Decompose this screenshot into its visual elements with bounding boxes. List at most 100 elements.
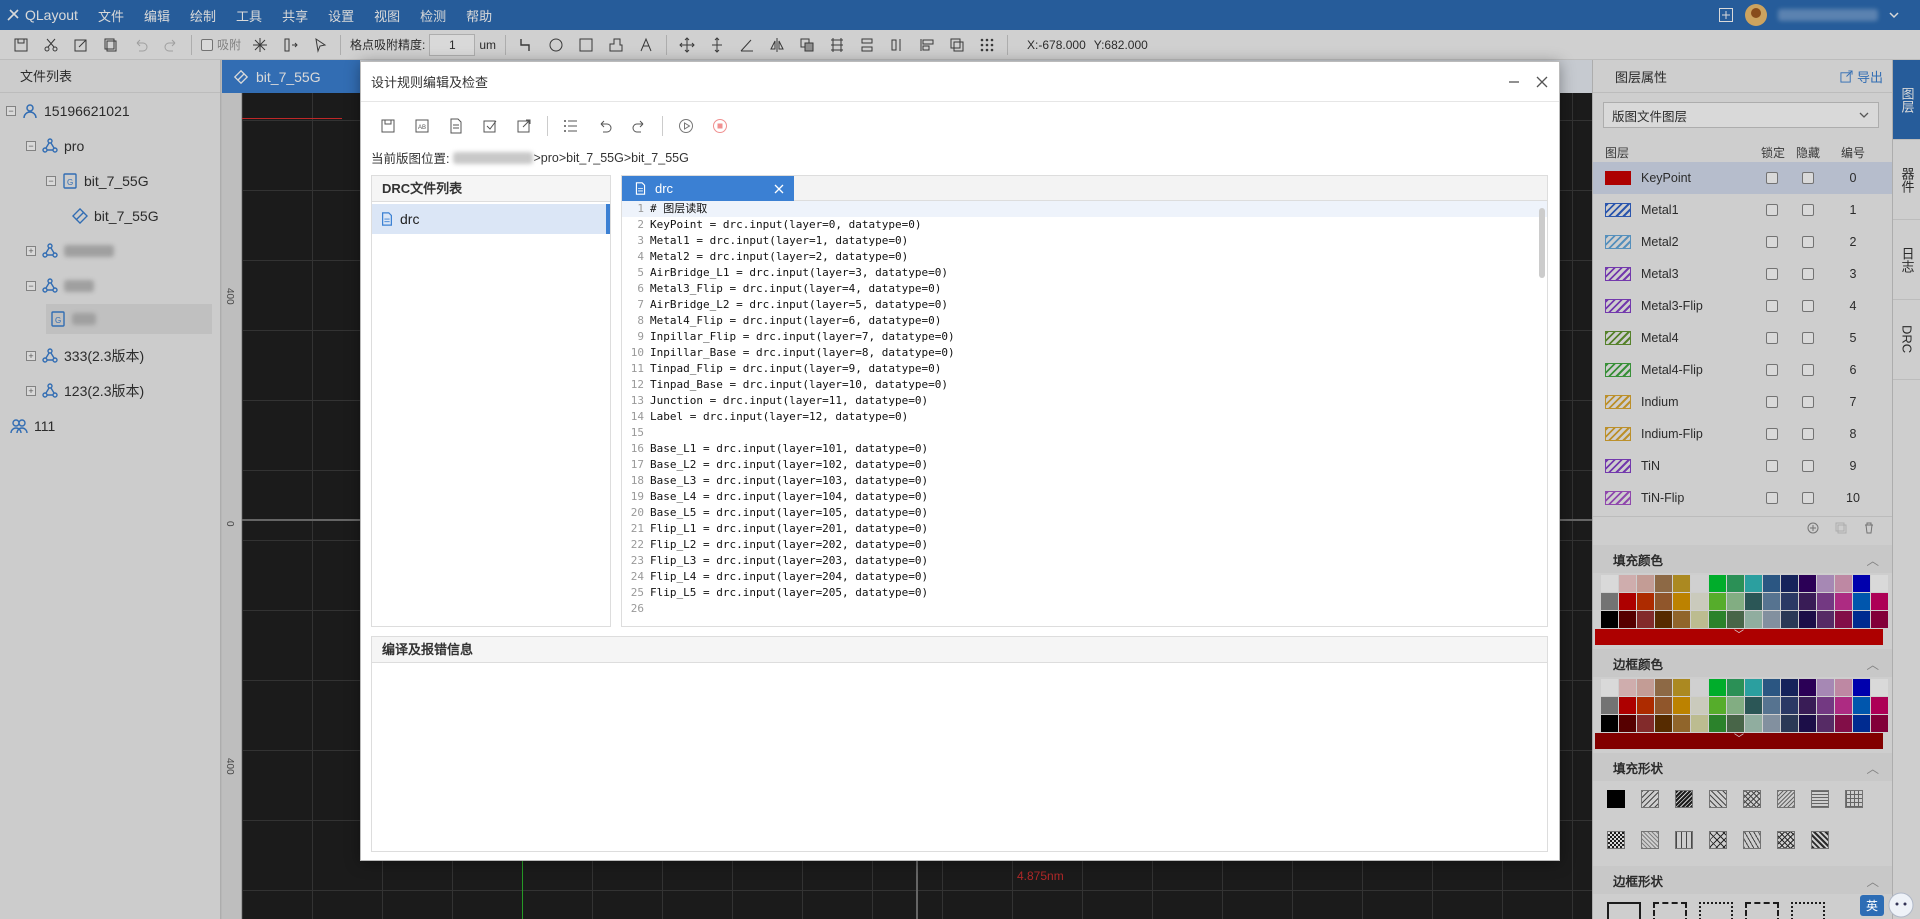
layout-location: 当前版图位置: >pro>bit_7_55G>bit_7_55G: [371, 148, 689, 167]
code-editor: drc 1 # 图层读取 2 KeyPoint = drc.input(layer=0…: [621, 175, 1548, 627]
code-line[interactable]: 18 Base_L3 = drc.input(layer=103, datatyp…: [622, 473, 1547, 489]
code-text: AirBridge_L2 = drc.input(layer=5, dataty…: [650, 298, 949, 311]
file-icon: [380, 212, 394, 226]
export-file-icon[interactable]: [509, 114, 539, 138]
code-line[interactable]: 9 Inpillar_Flip = drc.input(layer=7, data…: [622, 329, 1547, 345]
code-line[interactable]: 1 # 图层读取: [622, 201, 1547, 217]
dialog-title: 设计规则编辑及检查: [371, 75, 489, 90]
code-text: Inpillar_Flip = drc.input(layer=7, datat…: [650, 330, 955, 343]
close-tab-icon[interactable]: [774, 184, 784, 194]
line-number: 12: [630, 378, 644, 391]
code-line[interactable]: 7 AirBridge_L2 = drc.input(layer=5, datat…: [622, 297, 1547, 313]
line-number: 25: [630, 586, 644, 599]
code-text: Base_L5 = drc.input(layer=105, datatype=…: [650, 506, 929, 519]
line-number: 15: [630, 426, 644, 439]
line-number: 1: [637, 202, 644, 215]
code-line[interactable]: 19 Base_L4 = drc.input(layer=104, datatyp…: [622, 489, 1547, 505]
code-line[interactable]: 3 Metal1 = drc.input(layer=1, datatype=0): [622, 233, 1547, 249]
line-number: 5: [637, 266, 644, 279]
new-file-icon[interactable]: [441, 114, 471, 138]
code-line[interactable]: 21 Flip_L1 = drc.input(layer=201, datatyp…: [622, 521, 1547, 537]
editor-tab-label: drc: [655, 181, 674, 196]
line-number: 8: [637, 314, 644, 327]
compile-message-panel: 编译及报错信息: [371, 636, 1548, 852]
code-text: Flip_L2 = drc.input(layer=202, datatype=…: [650, 538, 929, 551]
code-line[interactable]: 5 AirBridge_L1 = drc.input(layer=3, datat…: [622, 265, 1547, 281]
drc-dialog: 设计规则编辑及检查 AB 当前版图位置: >pro>bit_7_55G>bit_…: [360, 61, 1560, 861]
close-icon[interactable]: [1535, 75, 1549, 89]
list-icon[interactable]: [556, 114, 586, 138]
editor-tab-bar: drc: [622, 176, 1547, 201]
editor-tab[interactable]: drc: [622, 176, 794, 201]
minimize-icon[interactable]: [1507, 75, 1521, 89]
code-line[interactable]: 22 Flip_L2 = drc.input(layer=202, datatyp…: [622, 537, 1547, 553]
code-text: KeyPoint = drc.input(layer=0, datatype=0…: [650, 218, 922, 231]
code-line[interactable]: 12 Tinpad_Base = drc.input(layer=10, data…: [622, 377, 1547, 393]
drc-file-item[interactable]: drc: [372, 204, 610, 234]
code-line[interactable]: 4 Metal2 = drc.input(layer=2, datatype=0): [622, 249, 1547, 265]
code-line[interactable]: 20 Base_L5 = drc.input(layer=105, datatyp…: [622, 505, 1547, 521]
location-label: 当前版图位置:: [371, 152, 450, 166]
code-text: AirBridge_L1 = drc.input(layer=3, dataty…: [650, 266, 949, 279]
location-path: >pro>bit_7_55G>bit_7_55G: [533, 150, 689, 165]
code-text: Metal4_Flip = drc.input(layer=6, datatyp…: [650, 314, 942, 327]
code-text: Flip_L1 = drc.input(layer=201, datatype=…: [650, 522, 929, 535]
compile-message-title: 编译及报错信息: [372, 637, 1547, 663]
code-line[interactable]: 11 Tinpad_Flip = drc.input(layer=9, datat…: [622, 361, 1547, 377]
import-icon[interactable]: [475, 114, 505, 138]
code-text: Flip_L4 = drc.input(layer=204, datatype=…: [650, 570, 929, 583]
code-line[interactable]: 8 Metal4_Flip = drc.input(layer=6, dataty…: [622, 313, 1547, 329]
file-icon: [634, 182, 647, 195]
dialog-title-bar: 设计规则编辑及检查: [361, 62, 1559, 102]
stop-icon[interactable]: [705, 114, 735, 138]
code-line[interactable]: 6 Metal3_Flip = drc.input(layer=4, dataty…: [622, 281, 1547, 297]
line-number: 22: [630, 538, 644, 551]
save-file-icon[interactable]: [373, 114, 403, 138]
editor-scrollbar[interactable]: [1539, 208, 1545, 278]
ime-indicator[interactable]: 英: [1838, 892, 1914, 918]
code-line[interactable]: 14 Label = drc.input(layer=12, datatype=0…: [622, 409, 1547, 425]
dialog-toolbar-divider: [547, 116, 548, 136]
svg-text:AB: AB: [418, 125, 426, 131]
line-number: 26: [630, 602, 644, 615]
redo-icon[interactable]: [624, 114, 654, 138]
code-text: Base_L2 = drc.input(layer=102, datatype=…: [650, 458, 929, 471]
code-area[interactable]: 1 # 图层读取 2 KeyPoint = drc.input(layer=0, da…: [622, 201, 1547, 626]
code-text: Tinpad_Base = drc.input(layer=10, dataty…: [650, 378, 949, 391]
code-line[interactable]: 26: [622, 601, 1547, 617]
mascot-icon: [1888, 892, 1914, 918]
save-as-icon[interactable]: AB: [407, 114, 437, 138]
line-number: 16: [630, 442, 644, 455]
code-line[interactable]: 13 Junction = drc.input(layer=11, datatyp…: [622, 393, 1547, 409]
code-line[interactable]: 15: [622, 425, 1547, 441]
code-line[interactable]: 23 Flip_L3 = drc.input(layer=203, datatyp…: [622, 553, 1547, 569]
code-line[interactable]: 16 Base_L1 = drc.input(layer=101, datatyp…: [622, 441, 1547, 457]
line-number: 9: [637, 330, 644, 343]
code-text: Tinpad_Flip = drc.input(layer=9, datatyp…: [650, 362, 942, 375]
code-line[interactable]: 10 Inpillar_Base = drc.input(layer=8, dat…: [622, 345, 1547, 361]
drc-file-list: DRC文件列表 drc: [371, 175, 611, 627]
code-text: Base_L4 = drc.input(layer=104, datatype=…: [650, 490, 929, 503]
line-number: 14: [630, 410, 644, 423]
line-number: 7: [637, 298, 644, 311]
undo-icon[interactable]: [590, 114, 620, 138]
code-line[interactable]: 24 Flip_L4 = drc.input(layer=204, datatyp…: [622, 569, 1547, 585]
line-number: 19: [630, 490, 644, 503]
code-line[interactable]: 25 Flip_L5 = drc.input(layer=205, datatyp…: [622, 585, 1547, 601]
line-number: 20: [630, 506, 644, 519]
code-text: Metal1 = drc.input(layer=1, datatype=0): [650, 234, 909, 247]
code-text: Base_L3 = drc.input(layer=103, datatype=…: [650, 474, 929, 487]
ime-label: 英: [1859, 894, 1884, 916]
code-line[interactable]: 17 Base_L2 = drc.input(layer=102, datatyp…: [622, 457, 1547, 473]
run-icon[interactable]: [671, 114, 701, 138]
line-number: 3: [637, 234, 644, 247]
drc-file-label: drc: [400, 211, 420, 227]
code-text: Inpillar_Base = drc.input(layer=8, datat…: [650, 346, 955, 359]
line-number: 24: [630, 570, 644, 583]
dialog-toolbar: AB: [373, 114, 735, 138]
line-number: 17: [630, 458, 644, 471]
code-text: Flip_L5 = drc.input(layer=205, datatype=…: [650, 586, 929, 599]
code-line[interactable]: 2 KeyPoint = drc.input(layer=0, datatype=…: [622, 217, 1547, 233]
